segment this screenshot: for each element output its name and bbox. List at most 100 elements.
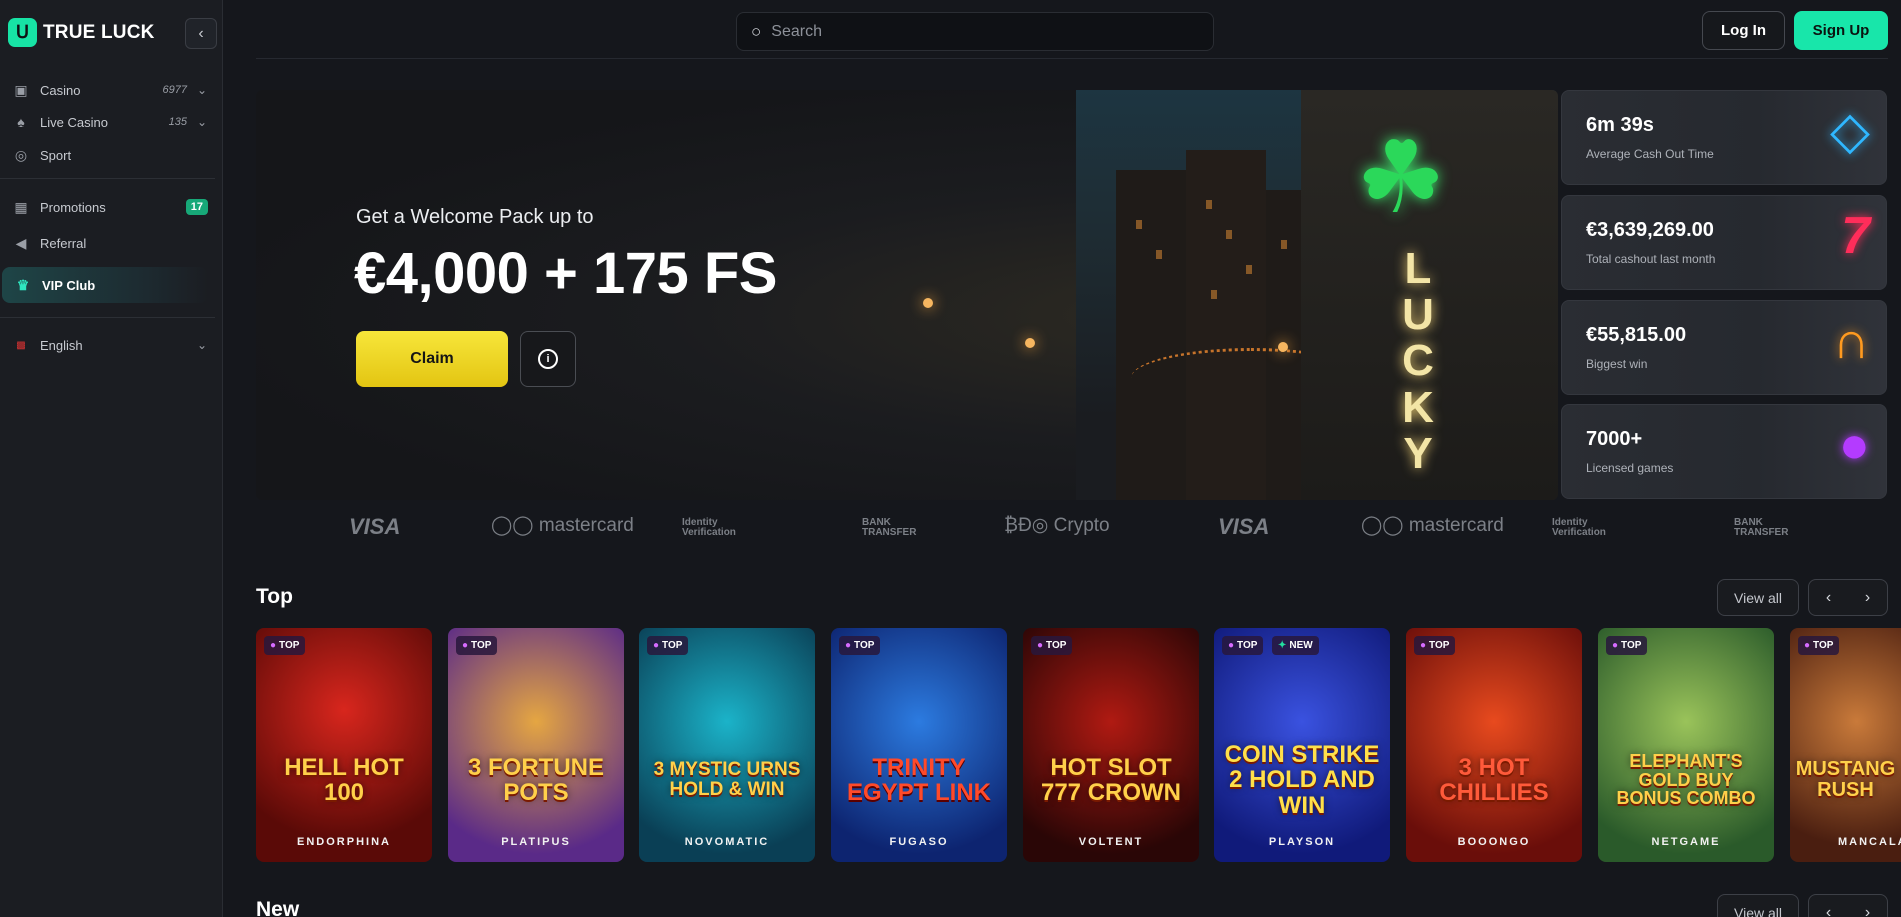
tag-label: TOP bbox=[1237, 640, 1258, 651]
stat-label: Average Cash Out Time bbox=[1586, 147, 1714, 161]
game-title: 3 HOT CHILLIES bbox=[1439, 753, 1549, 806]
visa-logo: VISA bbox=[349, 514, 401, 539]
game-tile[interactable]: COIN STRIKE 2 HOLD AND WIN ● TOP ✦ NEW PLA… bbox=[1214, 628, 1390, 862]
section-title-new: New bbox=[256, 898, 300, 917]
stat-value: 7000+ bbox=[1586, 428, 1643, 450]
sidebar-item-label: Promotions bbox=[40, 199, 106, 215]
game-art: 3 HOT CHILLIES bbox=[1406, 628, 1582, 862]
poker-chip-icon: ♠ bbox=[17, 114, 25, 130]
sidebar-item-label: Referral bbox=[40, 235, 87, 251]
brand-name: TRUE LUCK bbox=[43, 21, 155, 43]
game-tile[interactable]: 3 HOT CHILLIES ● TOP BOOONGO bbox=[1406, 628, 1582, 862]
stat-label: Biggest win bbox=[1586, 357, 1648, 371]
game-title: HOT SLOT 777 CROWN bbox=[1040, 753, 1182, 806]
visa-logo: VISA bbox=[1218, 514, 1270, 539]
gift-icon: ▦ bbox=[14, 198, 28, 215]
street-lamp bbox=[923, 298, 933, 308]
language-selector[interactable]: ▩ English ⌄ bbox=[0, 330, 223, 360]
bank-transfer-logo: BANK TRANSFER bbox=[1734, 517, 1789, 538]
game-tile[interactable]: ELEPHANT'S GOLD BUY BONUS COMBO ● TOP NET… bbox=[1598, 628, 1774, 862]
game-tile[interactable]: HELL HOT 100 ● TOP ENDORPHINA bbox=[256, 628, 432, 862]
diamond-icon: ◇ bbox=[1830, 102, 1870, 160]
tag-label: TOP bbox=[1621, 640, 1642, 651]
game-provider: MANCALA bbox=[1838, 836, 1901, 848]
plum-icon: ● bbox=[1838, 416, 1870, 474]
bonus-info-button[interactable]: i bbox=[520, 331, 576, 387]
flame-icon: ● bbox=[462, 640, 469, 651]
identity-verification-logo: Identity Verification bbox=[1552, 517, 1606, 538]
flame-icon: ● bbox=[1612, 640, 1619, 651]
identity-verification-logo: Identity Verification bbox=[682, 517, 736, 538]
claim-button[interactable]: Claim bbox=[356, 331, 508, 387]
view-all-top-button[interactable]: View all bbox=[1717, 579, 1799, 616]
mastercard-label: mastercard bbox=[1408, 515, 1504, 536]
top-tag: ● TOP bbox=[839, 636, 881, 655]
game-art: ELEPHANT'S GOLD BUY BONUS COMBO bbox=[1598, 628, 1774, 862]
stat-label: Total cashout last month bbox=[1586, 252, 1716, 266]
sidebar-item-referral[interactable]: ◀ Referral bbox=[0, 228, 223, 258]
flame-icon: ● bbox=[1804, 640, 1811, 651]
top-tag: ● TOP bbox=[1222, 636, 1264, 655]
tag-label: NEW bbox=[1289, 640, 1313, 651]
chevron-right-icon[interactable]: › bbox=[1848, 580, 1887, 615]
chevron-left-icon[interactable]: ‹ bbox=[1809, 895, 1848, 917]
game-provider: BOOONGO bbox=[1457, 836, 1531, 848]
search-input[interactable] bbox=[771, 22, 1172, 41]
mastercard-circles-icon: ◯◯ bbox=[1361, 515, 1409, 536]
game-tile[interactable]: TRINITY EGYPT LINK ● TOP FUGASO bbox=[831, 628, 1007, 862]
top-tag: ● TOP bbox=[647, 636, 689, 655]
sparkle-icon: ✦ bbox=[1278, 640, 1287, 651]
sidebar: ᑌ TRUE LUCK ‹ ▣ Casino 6977 ⌄ ♠ Live Cas… bbox=[0, 0, 223, 917]
header-divider bbox=[256, 58, 1888, 59]
stat-value: €3,639,269.00 bbox=[1586, 219, 1714, 241]
chevron-right-icon[interactable]: › bbox=[1848, 895, 1887, 917]
tag-label: TOP bbox=[854, 640, 875, 651]
section-title-top: Top bbox=[256, 585, 293, 608]
game-tile[interactable]: 3 FORTUNE POTS ● TOP PLATIPUS bbox=[448, 628, 624, 862]
game-provider: ENDORPHINA bbox=[297, 836, 391, 848]
new-carousel-arrows: ‹ › bbox=[1808, 894, 1888, 917]
game-tile[interactable]: 3 MYSTIC URNS HOLD & WIN ● TOP NOVOMATIC bbox=[639, 628, 815, 862]
sidebar-item-live-casino[interactable]: ♠ Live Casino 135 ⌄ bbox=[0, 107, 223, 137]
mastercard-label: mastercard bbox=[538, 515, 634, 536]
chevron-left-icon[interactable]: ‹ bbox=[1809, 580, 1848, 615]
promotions-badge: 17 bbox=[185, 199, 208, 215]
stat-card-total-cashout: €3,639,269.00 Total cashout last month 7 bbox=[1561, 195, 1887, 290]
stat-value: €55,815.00 bbox=[1586, 324, 1687, 346]
sidebar-item-sport[interactable]: ◎ Sport bbox=[0, 140, 223, 170]
brand-logo[interactable]: ᑌ TRUE LUCK bbox=[8, 18, 155, 47]
chevron-down-icon: ⌄ bbox=[196, 115, 207, 129]
horseshoe-icon: ∩ bbox=[1832, 312, 1870, 370]
game-tile[interactable]: MUSTANG RUSH ● TOP MANCALA bbox=[1790, 628, 1901, 862]
seven-icon: 7 bbox=[1841, 207, 1870, 265]
tag-label: TOP bbox=[279, 640, 300, 651]
street-lamp bbox=[1025, 338, 1035, 348]
mastercard-logo: ◯◯ mastercard bbox=[491, 514, 634, 537]
game-provider: NOVOMATIC bbox=[684, 836, 770, 848]
app-root: ᑌ TRUE LUCK ‹ ▣ Casino 6977 ⌄ ♠ Live Cas… bbox=[0, 0, 1901, 917]
lucky-neon-sign: LUCKY bbox=[1402, 244, 1434, 478]
signup-button[interactable]: Sign Up bbox=[1794, 11, 1888, 50]
view-all-new-button[interactable]: View all bbox=[1717, 894, 1799, 917]
stat-value: 6m 39s bbox=[1586, 114, 1654, 136]
game-art: MUSTANG RUSH bbox=[1790, 628, 1901, 862]
game-tile[interactable]: HOT SLOT 777 CROWN ● TOP VOLTENT bbox=[1023, 628, 1199, 862]
casino-count: 6977 bbox=[162, 84, 187, 96]
new-tag: ✦ NEW bbox=[1272, 636, 1319, 655]
welcome-banner: ☘ LUCKY Get a Welcome Pack up to €4,000 … bbox=[256, 90, 1558, 500]
banner-subtitle: Get a Welcome Pack up to bbox=[356, 206, 594, 228]
game-provider: FUGASO bbox=[889, 836, 949, 848]
game-title: HELL HOT 100 bbox=[284, 753, 404, 806]
megaphone-icon: ◀ bbox=[15, 234, 27, 251]
flame-icon: ● bbox=[1228, 640, 1235, 651]
game-art: HOT SLOT 777 CROWN bbox=[1023, 628, 1199, 862]
sidebar-item-casino[interactable]: ▣ Casino 6977 ⌄ bbox=[0, 75, 223, 105]
mastercard-logo: ◯◯ mastercard bbox=[1361, 514, 1504, 537]
sidebar-item-promotions[interactable]: ▦ Promotions 17 bbox=[0, 192, 223, 222]
login-button[interactable]: Log In bbox=[1702, 11, 1785, 50]
game-provider: VOLTENT bbox=[1078, 836, 1144, 848]
stat-card-biggest-win: €55,815.00 Biggest win ∩ bbox=[1561, 300, 1887, 395]
collapse-sidebar-button[interactable]: ‹ bbox=[185, 18, 217, 49]
sidebar-item-vip-club[interactable]: ♛ VIP Club bbox=[2, 267, 208, 303]
search-bar[interactable]: ○ bbox=[736, 12, 1214, 51]
